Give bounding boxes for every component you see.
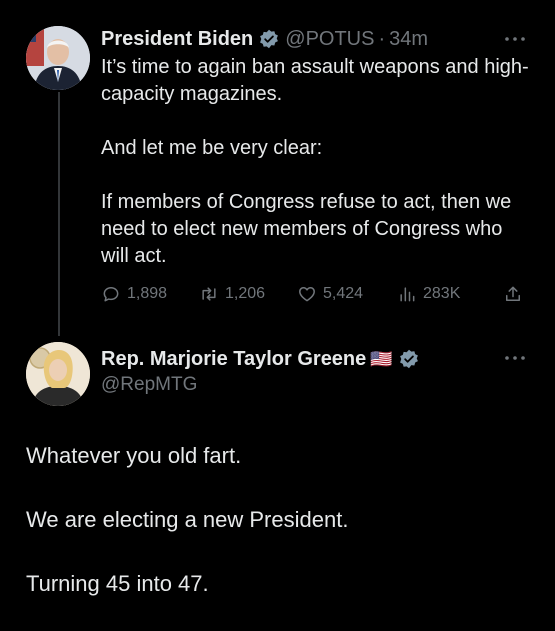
more-options-icon[interactable] <box>501 34 529 44</box>
reply-button[interactable]: 1,898 <box>101 282 167 306</box>
like-count: 5,424 <box>323 285 364 302</box>
tweet1-header: President Biden @POTUS · 34m <box>101 26 428 52</box>
tweet2-text: Whatever you old fart. We are electing a… <box>26 443 349 596</box>
tweet2-header: Rep. Marjorie Taylor Greene 🇺🇸 <box>101 346 419 372</box>
reply-count: 1,898 <box>127 285 168 302</box>
avatar-biden-image <box>26 26 90 90</box>
reply-icon <box>103 287 119 302</box>
author-handle[interactable]: @RepMTG <box>101 374 197 396</box>
view-count: 283K <box>423 285 461 302</box>
like-button[interactable]: 5,424 <box>297 282 363 306</box>
heart-icon <box>299 287 315 302</box>
author-handle[interactable]: @POTUS <box>285 28 374 51</box>
us-flag-emoji: 🇺🇸 <box>370 348 393 369</box>
author-name[interactable]: Rep. Marjorie Taylor Greene <box>101 348 366 371</box>
separator-dot: · <box>378 27 386 50</box>
thread-connector-line <box>58 92 60 336</box>
timestamp[interactable]: 34m <box>389 28 428 51</box>
avatar-mtg[interactable] <box>26 342 90 406</box>
share-icon <box>506 286 520 301</box>
tweet1-text: It’s time to again ban assault weapons a… <box>101 56 529 267</box>
avatar-mtg-image <box>26 342 90 406</box>
tweet1-action-bar: 1,898 1,206 5,424 283K <box>101 282 531 306</box>
views-analytics-icon <box>400 287 415 302</box>
retweet-button[interactable]: 1,206 <box>199 282 265 306</box>
avatar-biden[interactable] <box>26 26 90 90</box>
verified-badge-icon <box>260 29 279 49</box>
share-button[interactable] <box>503 282 529 306</box>
verified-badge-icon <box>399 349 418 369</box>
author-name[interactable]: President Biden <box>101 28 253 51</box>
more-options-icon[interactable] <box>501 353 529 363</box>
retweet-count: 1,206 <box>225 285 266 302</box>
views-button[interactable]: 283K <box>397 282 460 306</box>
retweet-icon <box>202 287 216 301</box>
